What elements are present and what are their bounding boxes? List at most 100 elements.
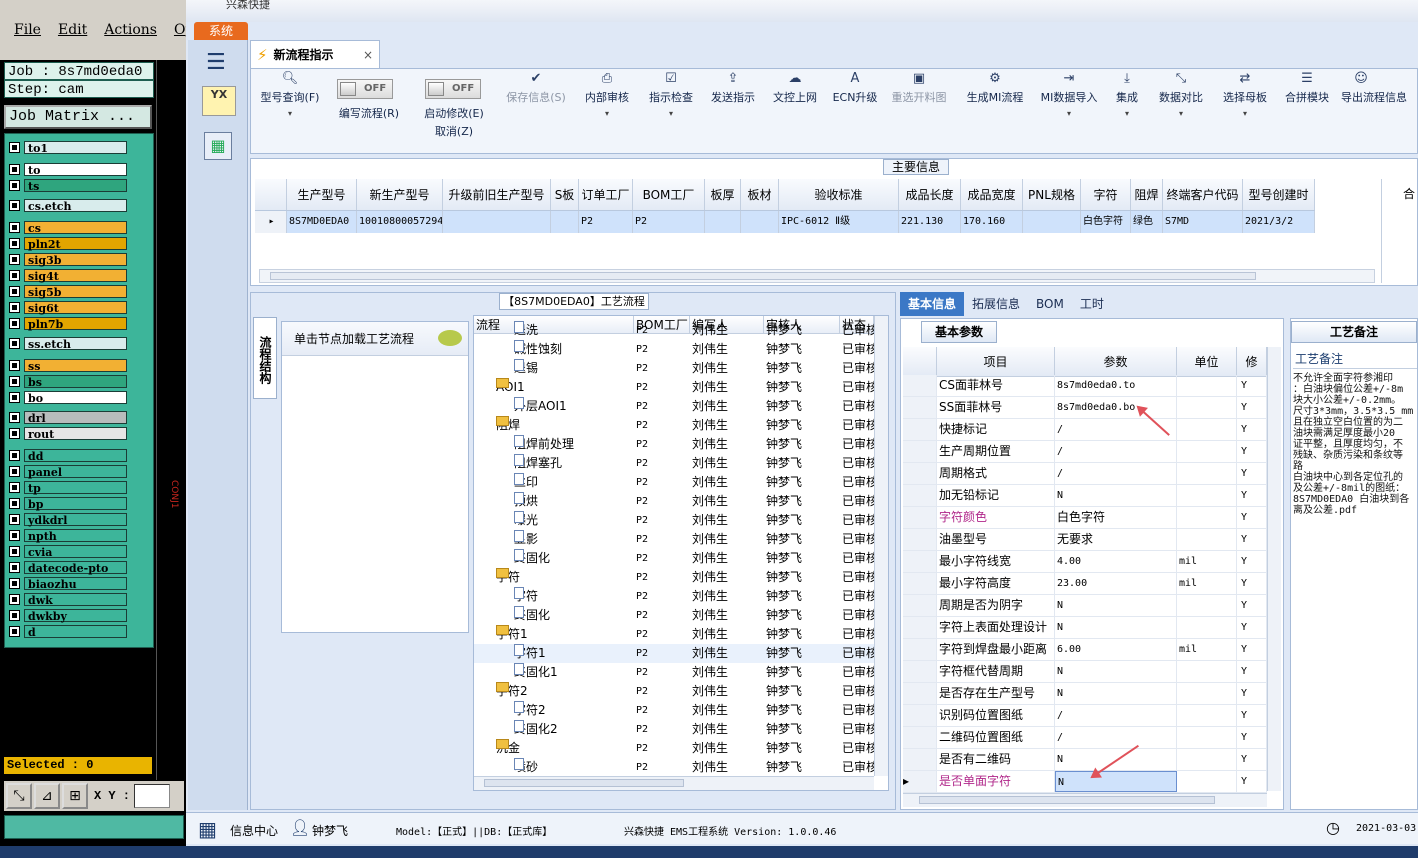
layer-checkbox[interactable] xyxy=(9,561,20,573)
layer-name[interactable]: bo xyxy=(24,390,127,405)
layer-checkbox[interactable] xyxy=(9,179,20,191)
layer-row[interactable]: cs xyxy=(9,220,127,235)
tree-row[interactable]: 显影P2 刘伟生 钟梦飞 已审核 xyxy=(474,530,874,549)
tree-node[interactable]: 碱性蚀刻 xyxy=(474,340,634,359)
param-row[interactable]: 周期格式 / Y xyxy=(903,463,1267,485)
layer-row[interactable]: sig6t xyxy=(9,300,127,315)
column-header[interactable]: 验收标准 xyxy=(779,179,899,210)
layer-row[interactable]: biaozhu xyxy=(9,576,127,591)
tree-node[interactable]: 终固化 xyxy=(474,549,634,568)
tree-row[interactable]: 终固化P2 刘伟生 钟梦飞 已审核 xyxy=(474,606,874,625)
layer-name[interactable]: d xyxy=(24,624,127,639)
param-row[interactable]: 周期是否为阴字 N Y xyxy=(903,595,1267,617)
layer-name[interactable]: biaozhu xyxy=(24,576,127,591)
param-value[interactable]: / xyxy=(1055,463,1177,484)
param-row[interactable]: 字符到焊盘最小距离 6.00 mil Y xyxy=(903,639,1267,661)
table-cell[interactable] xyxy=(551,211,579,233)
layer-checkbox[interactable] xyxy=(9,427,20,439)
tree-node[interactable]: 阻焊塞孔 xyxy=(474,454,634,473)
main-info-row[interactable]: ▸ 8S7MD0EDA0 10010800057294 P2 P2 IPC-6012 Ⅱ级… xyxy=(255,211,1315,233)
layer-checkbox[interactable] xyxy=(9,529,20,541)
layer-row[interactable]: ss xyxy=(9,358,127,373)
column-header[interactable]: 成品长度 xyxy=(899,179,961,210)
layer-checkbox[interactable] xyxy=(9,465,20,477)
table-cell[interactable]: 白色字符 xyxy=(1081,211,1131,233)
layer-row[interactable]: rout xyxy=(9,426,127,441)
column-header[interactable]: 型号创建时 xyxy=(1243,179,1315,210)
tree-row[interactable]: −AOI1P2 刘伟生 钟梦飞 已审核 xyxy=(474,378,874,397)
tree-hscrollbar[interactable] xyxy=(474,776,874,790)
tree-row[interactable]: 阻焊塞孔P2 刘伟生 钟梦飞 已审核 xyxy=(474,454,874,473)
param-value[interactable]: / xyxy=(1055,419,1177,440)
layer-name[interactable]: sig4t xyxy=(24,268,127,283)
integrate-button[interactable]: ⤓ 集成 ▾ xyxy=(1109,71,1145,118)
column-header[interactable]: 项目 xyxy=(937,347,1055,376)
layer-name[interactable]: ts xyxy=(24,178,127,193)
layer-row[interactable]: sig5b xyxy=(9,284,127,299)
param-value[interactable]: N xyxy=(1055,771,1177,792)
params-vscrollbar[interactable] xyxy=(1267,347,1281,791)
tree-node[interactable]: −字符 xyxy=(474,568,634,587)
tree-row[interactable]: 终固化P2 刘伟生 钟梦飞 已审核 xyxy=(474,549,874,568)
layer-name[interactable]: sig6t xyxy=(24,300,127,315)
menu-actions[interactable]: Actions xyxy=(104,22,157,38)
tab-bom[interactable]: BOM xyxy=(1028,292,1072,316)
layer-row[interactable]: cs.etch xyxy=(9,198,127,213)
menu-file[interactable]: File xyxy=(14,22,41,38)
tree-node[interactable]: 显影 xyxy=(474,530,634,549)
info-center-link[interactable]: 信息中心 xyxy=(230,822,278,839)
tree-node[interactable]: 字符2 xyxy=(474,701,634,720)
tree-node[interactable]: −阻焊 xyxy=(474,416,634,435)
param-row[interactable]: 快捷标记 / Y xyxy=(903,419,1267,441)
layer-row[interactable]: to xyxy=(9,162,127,177)
snap-icon[interactable]: ⊞ xyxy=(62,783,88,809)
layer-name[interactable]: bp xyxy=(24,496,127,511)
layer-name[interactable]: sig5b xyxy=(24,284,127,299)
param-value[interactable]: / xyxy=(1055,441,1177,462)
layer-name[interactable]: to1 xyxy=(24,140,127,155)
tree-row[interactable]: 字符2P2 刘伟生 钟梦飞 已审核 xyxy=(474,701,874,720)
notes-text[interactable]: 不允许全面字符参湘印 ：白油块偏位公差+/-8m 块大小公差+/-0.2mm。 … xyxy=(1293,373,1417,516)
layer-name[interactable]: sig3b xyxy=(24,252,127,267)
column-header[interactable]: 参数 xyxy=(1055,347,1177,376)
params-hscrollbar[interactable] xyxy=(903,793,1267,807)
layer-name[interactable]: ss.etch xyxy=(24,336,127,351)
layer-row[interactable]: d xyxy=(9,624,127,639)
tree-node[interactable]: 退锡 xyxy=(474,359,634,378)
column-header[interactable]: BOM工厂 xyxy=(633,179,705,210)
calculator-icon[interactable]: ▦ xyxy=(204,132,232,160)
table-cell[interactable]: P2 xyxy=(633,211,705,233)
save-info-button[interactable]: ✔ 保存信息(S) xyxy=(499,71,573,105)
tab-flow-structure[interactable]: 流程结构 xyxy=(253,317,277,399)
layer-row[interactable]: panel xyxy=(9,464,127,479)
tree-node[interactable]: 退洗 xyxy=(474,321,634,340)
layer-name[interactable]: pln2t xyxy=(24,236,127,251)
tree-row[interactable]: 字符P2 刘伟生 钟梦飞 已审核 xyxy=(474,587,874,606)
tree-row[interactable]: 碱性蚀刻P2 刘伟生 钟梦飞 已审核 xyxy=(474,340,874,359)
tree-row[interactable]: 终固化1P2 刘伟生 钟梦飞 已审核 xyxy=(474,663,874,682)
tree-row[interactable]: 外层AOI1P2 刘伟生 钟梦飞 已审核 xyxy=(474,397,874,416)
table-cell[interactable]: 170.160 xyxy=(961,211,1023,233)
grid-icon[interactable]: ▦ xyxy=(198,817,217,841)
layer-checkbox[interactable] xyxy=(9,577,20,589)
tree-vscrollbar[interactable] xyxy=(874,316,888,776)
layer-checkbox[interactable] xyxy=(9,237,20,249)
layer-row[interactable]: sig3b xyxy=(9,252,127,267)
layer-checkbox[interactable] xyxy=(9,301,20,313)
layer-row[interactable]: ts xyxy=(9,178,127,193)
layer-name[interactable]: dd xyxy=(24,448,127,463)
param-row[interactable]: 加无铅标记 N Y xyxy=(903,485,1267,507)
layer-name[interactable]: npth xyxy=(24,528,127,543)
internal-audit-button[interactable]: ⎙ 内部审核 ▾ xyxy=(581,71,633,118)
tree-row[interactable]: −字符1P2 刘伟生 钟梦飞 已审核 xyxy=(474,625,874,644)
menu-icon[interactable]: ☰ xyxy=(206,50,226,75)
table-cell[interactable]: 221.130 xyxy=(899,211,961,233)
layer-name[interactable]: cs.etch xyxy=(24,198,127,213)
layer-checkbox[interactable] xyxy=(9,359,20,371)
tree-row[interactable]: 喷砂P2 刘伟生 钟梦飞 已审核 xyxy=(474,758,874,777)
param-row[interactable]: ▸ 是否单面字符 N Y xyxy=(903,771,1267,793)
table-cell[interactable] xyxy=(443,211,551,233)
layer-name[interactable]: bs xyxy=(24,374,127,389)
genesis-command-bar[interactable] xyxy=(4,815,184,839)
layer-checkbox[interactable] xyxy=(9,141,20,153)
